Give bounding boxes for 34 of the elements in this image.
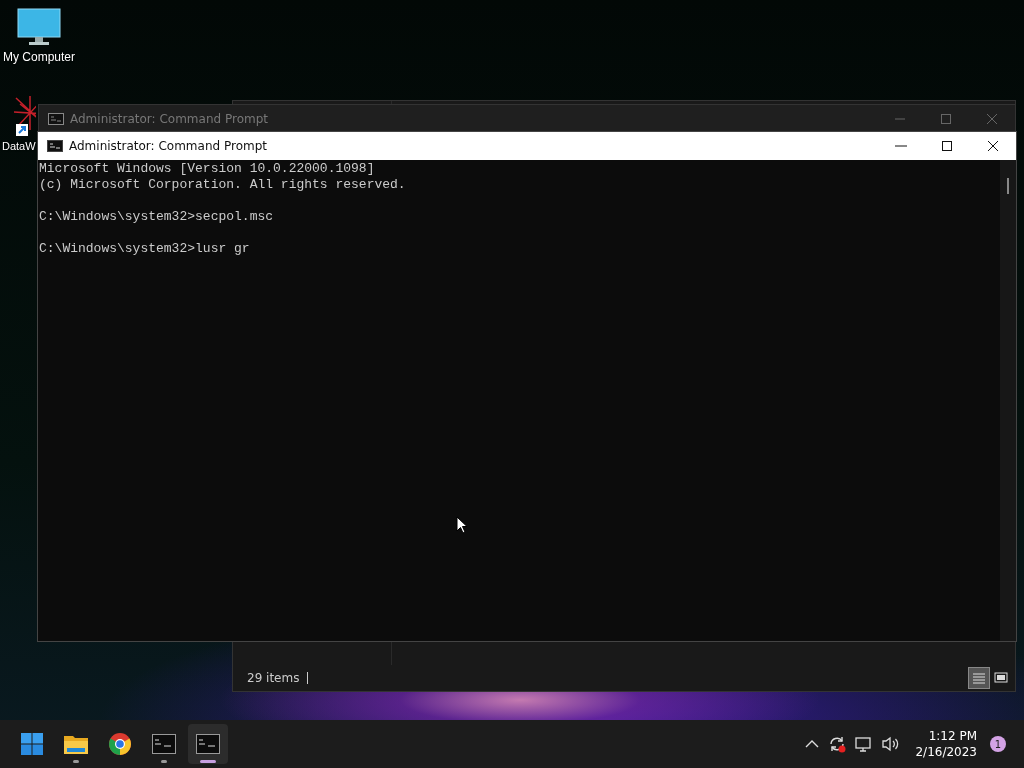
windows-logo-icon (20, 732, 44, 756)
close-icon (987, 114, 997, 124)
network-icon[interactable] (855, 735, 874, 753)
notification-badge[interactable]: 1 (990, 736, 1006, 752)
desktop-icon-label[interactable]: My Computer (3, 50, 75, 64)
clock-time[interactable]: 1:12 PM (928, 728, 977, 744)
window-title: Administrator: Command Prompt (69, 139, 267, 153)
terminal-icon (196, 734, 220, 754)
terminal-icon (47, 140, 63, 152)
close-icon (987, 140, 999, 152)
status-text: 29 items (247, 671, 300, 685)
terminal-taskbar-button[interactable] (188, 724, 228, 764)
maximize-icon (941, 140, 953, 152)
console-line: (c) Microsoft Corporation. All rights reserved. (39, 177, 406, 193)
mouse-cursor-icon (456, 516, 468, 534)
window-title: Administrator: Command Prompt (70, 112, 268, 126)
console-line: Microsoft Windows [Version 10.0.22000.1098] (39, 161, 375, 177)
terminal-icon (152, 734, 176, 754)
shortcut-icon[interactable] (12, 94, 36, 138)
clock-date[interactable]: 2/16/2023 (915, 744, 977, 760)
scrollbar[interactable] (1000, 160, 1016, 641)
folder-icon (63, 733, 89, 755)
chevron-up-icon[interactable] (805, 739, 820, 749)
console-line: C:\Windows\system32>lusr gr (39, 241, 250, 257)
speaker-icon[interactable] (882, 736, 901, 752)
terminal-icon (48, 113, 64, 125)
list-icon (972, 672, 986, 684)
maximize-icon (941, 114, 951, 124)
tiles-icon (994, 672, 1008, 684)
sync-icon[interactable] (828, 735, 847, 753)
monitor-icon[interactable] (17, 8, 61, 48)
browser-icon (108, 732, 132, 756)
desktop-icon-label[interactable]: DataW (2, 140, 36, 152)
console-line: C:\Windows\system32>secpol.msc (39, 209, 274, 225)
